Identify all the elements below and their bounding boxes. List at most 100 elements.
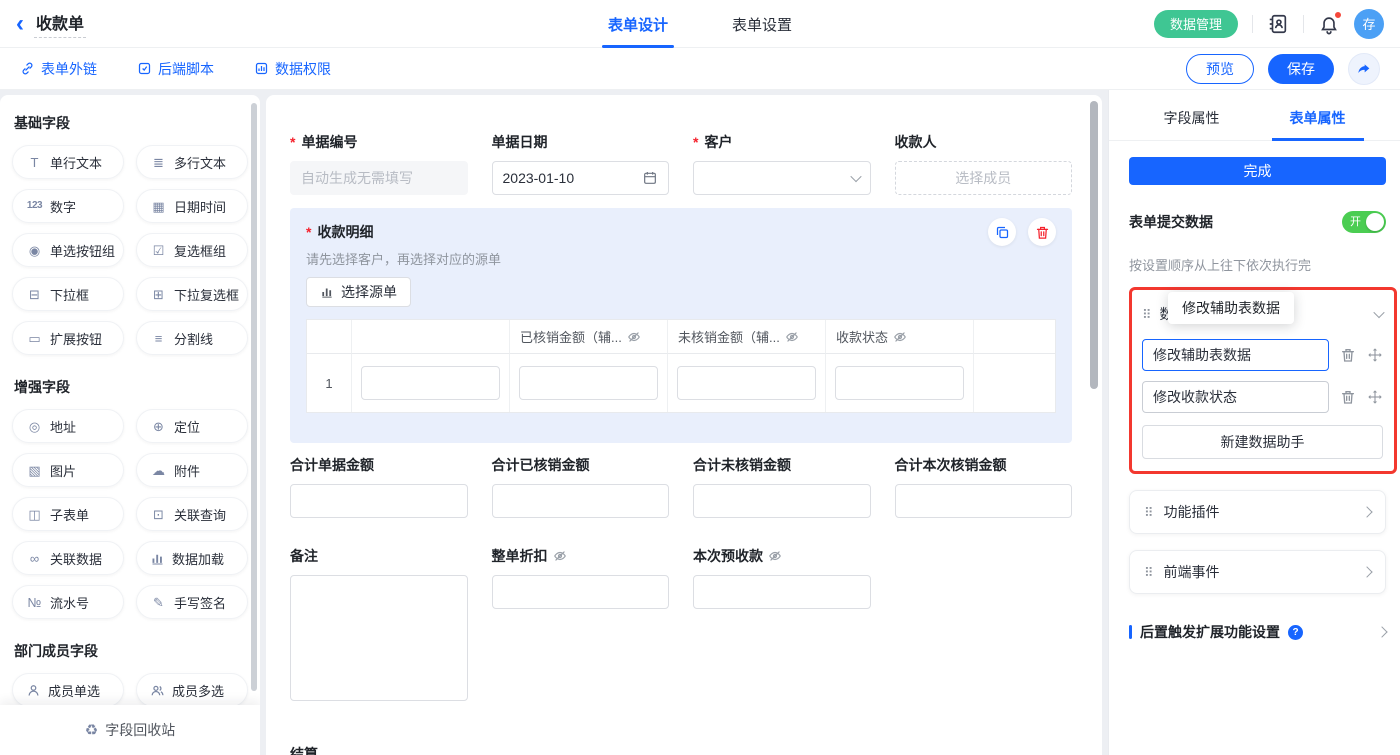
customer-select[interactable] xyxy=(693,161,871,195)
assistant-item-input-2[interactable] xyxy=(1142,381,1329,413)
contacts-book-icon[interactable] xyxy=(1267,13,1289,35)
field-item-location[interactable]: ⊕定位 xyxy=(136,409,248,443)
data-assistant-card-header[interactable]: ⠿ 数 修改辅助表数据 xyxy=(1142,299,1383,329)
field-total-written-off[interactable]: 合计已核销金额 xyxy=(492,455,670,518)
field-remark[interactable]: 备注 xyxy=(290,546,468,704)
tab-form-design[interactable]: 表单设计 xyxy=(608,0,668,48)
field-item-divider[interactable]: ≡分割线 xyxy=(136,321,248,355)
total-doc-amount-input[interactable] xyxy=(290,484,468,518)
submit-data-toggle[interactable]: 开 xyxy=(1342,211,1386,233)
field-item-member-single[interactable]: 成员单选 xyxy=(12,673,124,707)
canvas-scrollbar[interactable] xyxy=(1090,101,1098,389)
post-trigger-settings[interactable]: 后置触发扩展功能设置 ? xyxy=(1129,622,1386,642)
new-data-assistant-button[interactable]: 新建数据助手 xyxy=(1142,425,1383,459)
field-item-multi-select[interactable]: ⊞下拉复选框 xyxy=(136,277,248,311)
total-unwritten-off-input[interactable] xyxy=(693,484,871,518)
detail-cell-input[interactable] xyxy=(835,366,964,400)
field-item-extend-button[interactable]: ▭扩展按钮 xyxy=(12,321,124,355)
field-item-datetime[interactable]: ▦日期时间 xyxy=(136,189,248,223)
field-item-link-data[interactable]: ∞关联数据 xyxy=(12,541,124,575)
detail-cell-input[interactable] xyxy=(519,366,658,400)
field-discount[interactable]: 整单折扣 xyxy=(492,546,670,704)
doc-number-input[interactable] xyxy=(290,161,468,195)
page-title[interactable]: 收款单 xyxy=(34,10,86,38)
field-total-doc-amount[interactable]: 合计单据金额 xyxy=(290,455,468,518)
frontend-event-card[interactable]: ⠿ 前端事件 xyxy=(1129,550,1386,594)
payment-detail-section[interactable]: *收款明细 请先选择客户，再选择对应的源单 选择源单 已核销金额（辅... 未核… xyxy=(290,208,1072,443)
settlement-section[interactable]: 结算 xyxy=(290,744,1072,755)
field-customer[interactable]: *客户 xyxy=(693,132,871,195)
avatar[interactable]: 存 xyxy=(1354,9,1384,39)
plugin-card[interactable]: ⠿ 功能插件 xyxy=(1129,490,1386,534)
tab-form-properties[interactable]: 表单属性 xyxy=(1290,95,1346,141)
number-icon: 123 xyxy=(26,201,43,211)
sidebar-scrollbar[interactable] xyxy=(251,103,257,691)
divider xyxy=(1252,15,1253,33)
save-button[interactable]: 保存 xyxy=(1268,54,1334,84)
drag-handle-icon[interactable]: ⠿ xyxy=(1142,308,1152,321)
chevron-down-icon[interactable] xyxy=(1373,307,1384,318)
delete-item-icon[interactable] xyxy=(1340,347,1356,363)
total-current-writeoff-input[interactable] xyxy=(895,484,1073,518)
preview-button[interactable]: 预览 xyxy=(1186,54,1254,84)
discount-input[interactable] xyxy=(492,575,670,609)
field-item-member-multi[interactable]: 成员多选 xyxy=(136,673,248,707)
field-item-select[interactable]: ⊟下拉框 xyxy=(12,277,124,311)
select-source-button[interactable]: 选择源单 xyxy=(306,277,411,307)
total-written-off-input[interactable] xyxy=(492,484,670,518)
copy-field-button[interactable] xyxy=(988,218,1016,246)
drag-handle-icon[interactable]: ⠿ xyxy=(1144,506,1154,519)
field-doc-date[interactable]: 单据日期 2023-01-10 xyxy=(492,132,670,195)
payee-member-picker[interactable]: 选择成员 xyxy=(895,161,1073,195)
backend-script-button[interactable]: 后端脚本 xyxy=(137,59,214,79)
field-item-data-load[interactable]: 数据加载 xyxy=(136,541,248,575)
field-item-checkbox-group[interactable]: ☑复选框组 xyxy=(136,233,248,267)
field-total-unwritten-off[interactable]: 合计未核销金额 xyxy=(693,455,871,518)
done-button[interactable]: 完成 xyxy=(1129,157,1386,185)
field-item-attachment[interactable]: ☁附件 xyxy=(136,453,248,487)
detail-subtable: 已核销金额（辅... 未核销金额（辅... 收款状态 1 xyxy=(306,319,1056,413)
field-item-subform[interactable]: ◫子表单 xyxy=(12,497,124,531)
move-item-icon[interactable] xyxy=(1367,389,1383,405)
field-item-single-text[interactable]: T单行文本 xyxy=(12,145,124,179)
field-item-address[interactable]: ◎地址 xyxy=(12,409,124,443)
detail-cell-input[interactable] xyxy=(361,366,500,400)
detail-cell-input[interactable] xyxy=(677,366,816,400)
field-recycle-bin[interactable]: ♻ 字段回收站 xyxy=(0,705,260,755)
share-button[interactable] xyxy=(1348,53,1380,85)
tab-field-properties[interactable]: 字段属性 xyxy=(1164,95,1220,141)
notification-bell-icon[interactable] xyxy=(1318,13,1340,35)
field-item-multi-text[interactable]: ≣多行文本 xyxy=(136,145,248,179)
field-item-number[interactable]: 123数字 xyxy=(12,189,124,223)
delete-item-icon[interactable] xyxy=(1340,389,1356,405)
help-icon[interactable]: ? xyxy=(1288,625,1303,640)
assistant-item-input-1[interactable] xyxy=(1142,339,1329,371)
field-doc-number[interactable]: *单据编号 xyxy=(290,132,468,195)
field-item-radio-group[interactable]: ◉单选按钮组 xyxy=(12,233,124,267)
field-item-serial[interactable]: №流水号 xyxy=(12,585,124,619)
field-advance-payment[interactable]: 本次预收款 xyxy=(693,546,871,704)
advance-payment-input[interactable] xyxy=(693,575,871,609)
external-link-button[interactable]: 表单外链 xyxy=(20,59,97,79)
back-icon[interactable]: ‹ xyxy=(16,12,24,36)
eye-off-icon xyxy=(893,330,907,344)
field-item-lookup[interactable]: ⊡关联查询 xyxy=(136,497,248,531)
data-permission-button[interactable]: 数据权限 xyxy=(254,59,331,79)
doc-date-input[interactable]: 2023-01-10 xyxy=(492,161,670,195)
field-item-signature[interactable]: ✎手写签名 xyxy=(136,585,248,619)
form-canvas: *单据编号 单据日期 2023-01-10 *客户 收款人 选择成员 xyxy=(266,95,1102,755)
remark-textarea[interactable] xyxy=(290,575,468,701)
field-payee[interactable]: 收款人 选择成员 xyxy=(895,132,1073,195)
data-manage-button[interactable]: 数据管理 xyxy=(1154,10,1238,38)
drag-handle-icon[interactable]: ⠿ xyxy=(1144,566,1154,579)
field-total-current-writeoff[interactable]: 合计本次核销金额 xyxy=(895,455,1073,518)
col-header-unwritten-off[interactable]: 未核销金额（辅... xyxy=(668,320,826,354)
col-header-payment-status[interactable]: 收款状态 xyxy=(826,320,974,354)
signature-icon: ✎ xyxy=(150,596,167,609)
tab-form-settings[interactable]: 表单设置 xyxy=(732,0,792,48)
move-item-icon[interactable] xyxy=(1367,347,1383,363)
col-header-written-off[interactable]: 已核销金额（辅... xyxy=(510,320,668,354)
required-asterisk: * xyxy=(693,134,698,150)
field-item-image[interactable]: ▧图片 xyxy=(12,453,124,487)
delete-field-button[interactable] xyxy=(1028,218,1056,246)
